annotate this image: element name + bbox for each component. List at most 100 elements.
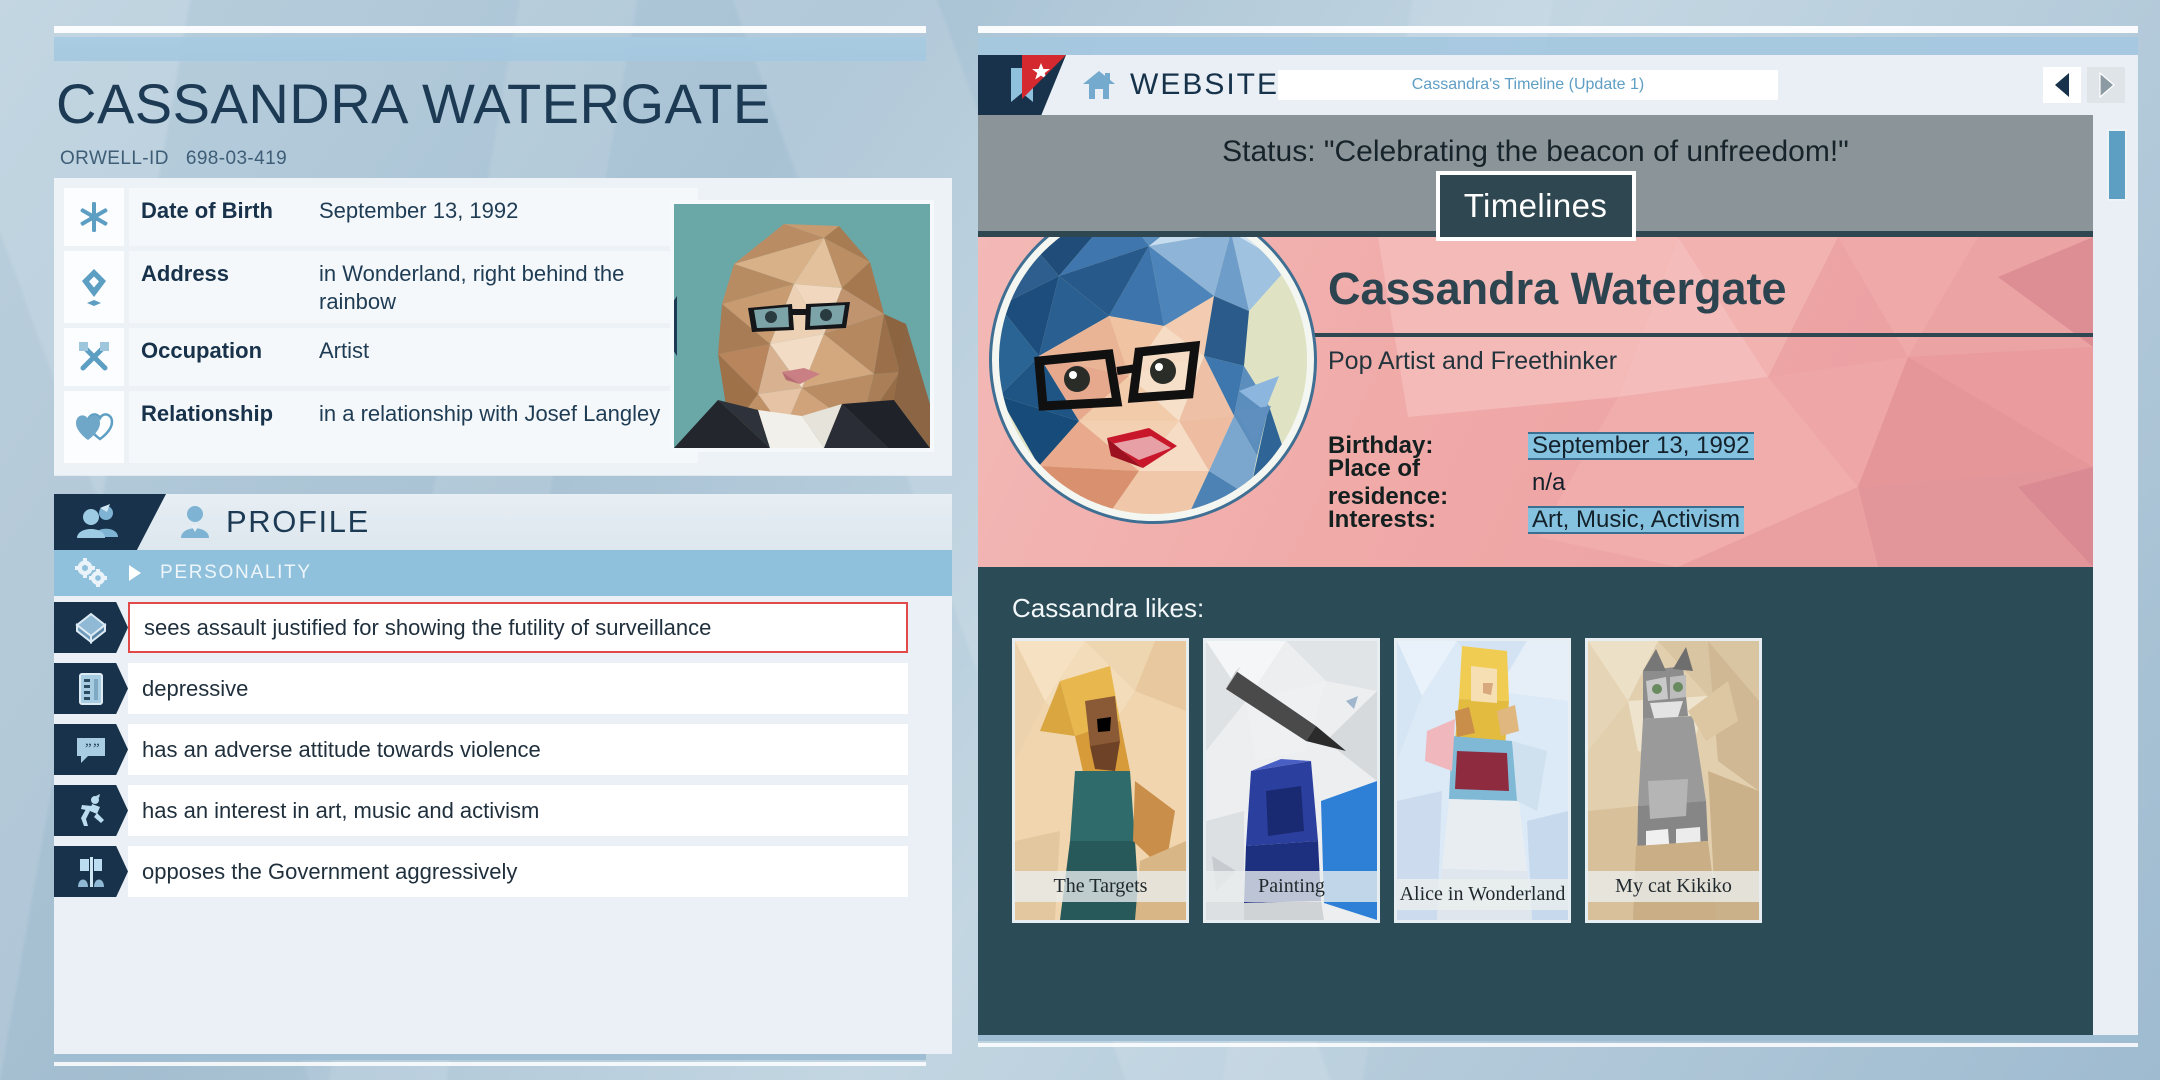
info-row-occupation: Occupation Artist	[64, 328, 698, 386]
browser-bottom-bevel	[978, 1035, 2138, 1041]
info-row-date-of-birth: Date of Birth September 13, 1992	[64, 188, 698, 246]
datachunk-card-icon	[54, 663, 128, 714]
arrow-right-icon	[2098, 72, 2115, 98]
svg-text:”: ”	[93, 741, 100, 757]
info-key: Date of Birth	[141, 198, 273, 223]
page-title: CASSANDRA WATERGATE	[56, 72, 771, 135]
forward-button[interactable]	[2087, 67, 2125, 103]
fact-row-residence: Place of residence: n/a	[1328, 455, 1754, 510]
likes-section: Cassandra likes: The Targets Painting Al…	[978, 567, 2093, 1035]
back-button[interactable]	[2043, 67, 2081, 103]
orwell-id-value: 698-03-419	[185, 148, 288, 169]
fact-row-interests: Interests: Art, Music, Activism	[1328, 501, 1754, 538]
url-input[interactable]: Cassandra's Timeline (Update 1)	[1278, 70, 1778, 100]
profile-section: PROFILE PERSONALITY sees assault justifi…	[54, 494, 952, 1054]
trait-text[interactable]: depressive	[128, 663, 908, 714]
orwell-id-label: ORWELL-ID	[60, 148, 169, 169]
trait-text[interactable]: has an adverse attitude towards violence	[128, 724, 908, 775]
browser-bottom-highlight	[978, 1043, 2138, 1047]
timelines-section-title: Timelines	[1435, 171, 1636, 241]
trait-icon-wrap	[54, 785, 128, 836]
fact-value[interactable]: September 13, 1992	[1528, 431, 1754, 460]
profile-facts: Birthday: September 13, 1992 Place of re…	[1328, 427, 1754, 538]
profile-title: PROFILE	[226, 504, 370, 539]
people-group-icon	[54, 494, 166, 550]
trait-text[interactable]: opposes the Government aggressively	[128, 846, 908, 897]
orwell-id: ORWELL-ID 698-03-419	[60, 148, 287, 170]
home-icon[interactable]	[1082, 69, 1116, 101]
like-caption: Alice in Wonderland	[1397, 879, 1568, 910]
asterisk-icon	[64, 188, 124, 246]
protest-icon	[54, 846, 128, 897]
webpage-viewport: Status: "Celebrating the beacon of unfre…	[978, 115, 2138, 1035]
url-text: Cassandra's Timeline (Update 1)	[1411, 76, 1645, 93]
dossier-panel: CASSANDRA WATERGATE ORWELL-ID 698-03-419	[26, 26, 952, 1066]
status-band: Status: "Celebrating the beacon of unfre…	[978, 115, 2093, 241]
timelines-label: Timelines	[1463, 187, 1608, 224]
tools-icon	[64, 328, 124, 386]
list-item[interactable]: depressive	[54, 663, 952, 714]
trait-text[interactable]: has an interest in art, music and activi…	[128, 785, 908, 836]
fact-value: n/a	[1532, 468, 1566, 496]
like-card-my-cat-kikiko[interactable]: My cat Kikiko	[1585, 638, 1762, 923]
trait-icon-wrap	[54, 602, 128, 653]
gears-icon	[54, 557, 128, 589]
info-value: in a relationship with Josef Langley	[319, 401, 661, 426]
scrollbar-thumb[interactable]	[2107, 129, 2127, 201]
like-card-painting[interactable]: Painting	[1203, 638, 1380, 923]
personality-subsection-header[interactable]: PERSONALITY	[54, 550, 952, 596]
low-poly-portrait-image	[674, 204, 930, 448]
trait-text[interactable]: sees assault justified for showing the f…	[128, 602, 908, 653]
page-scrollbar[interactable]	[2102, 121, 2132, 1029]
like-card-the-targets[interactable]: The Targets	[1012, 638, 1189, 923]
list-item[interactable]: sees assault justified for showing the f…	[54, 602, 952, 653]
site-label: WEBSITE	[1082, 68, 1279, 102]
bookmark-button[interactable]	[978, 55, 1066, 115]
list-item[interactable]: ” ” has an adverse attitude towards viol…	[54, 724, 952, 775]
personality-label: PERSONALITY	[160, 562, 312, 583]
personal-info-card: Date of Birth September 13, 1992 Address	[54, 178, 952, 475]
info-value: in Wonderland, right behind the rainbow	[319, 261, 625, 314]
avatar-lowpoly-image	[999, 237, 1307, 514]
datachunk-diamond-icon	[54, 602, 128, 653]
list-item[interactable]: has an interest in art, music and activi…	[54, 785, 952, 836]
info-value: Artist	[319, 338, 370, 363]
personal-info-rows: Date of Birth September 13, 1992 Address	[64, 188, 698, 468]
info-key: Relationship	[141, 401, 274, 426]
browser-top-highlight	[978, 26, 2138, 33]
like-caption: My cat Kikiko	[1588, 871, 1759, 902]
webpage-content: Status: "Celebrating the beacon of unfre…	[978, 115, 2093, 1035]
fact-value[interactable]: Art, Music, Activism	[1528, 505, 1745, 534]
panel-title-bar	[54, 37, 926, 61]
likes-title: Cassandra likes:	[1012, 593, 1205, 623]
list-item[interactable]: opposes the Government aggressively	[54, 846, 952, 897]
location-pin-icon	[64, 251, 124, 323]
fact-key: Place of residence:	[1328, 454, 1449, 510]
panel-top-highlight	[54, 26, 926, 33]
person-icon	[180, 505, 210, 539]
navigation-buttons	[2043, 67, 2125, 103]
star-icon	[1031, 62, 1051, 82]
hearts-icon	[64, 391, 124, 463]
like-caption: The Targets	[1015, 871, 1186, 902]
browser-title-bar	[978, 37, 2138, 55]
info-row-address: Address in Wonderland, right behind the …	[64, 251, 698, 323]
profile-bio: Pop Artist and Freethinker	[1328, 347, 1618, 375]
chevron-right-icon[interactable]	[128, 564, 142, 582]
panel-bottom-highlight	[54, 1062, 926, 1066]
info-key: Occupation	[141, 338, 263, 363]
trait-icon-wrap: ” ”	[54, 724, 128, 775]
browser-toolbar: WEBSITE Cassandra's Timeline (Update 1)	[978, 55, 2138, 115]
profile-header: PROFILE	[54, 494, 952, 550]
site-name: WEBSITE	[1130, 68, 1280, 101]
like-card-alice-in-wonderland[interactable]: Alice in Wonderland	[1394, 638, 1571, 923]
running-person-icon	[54, 785, 128, 836]
arrow-left-icon	[2054, 72, 2071, 98]
profile-hero: Cassandra Watergate Pop Artist and Freet…	[978, 237, 2093, 567]
quote-bubble-icon: ” ”	[54, 724, 128, 775]
panel-bottom-bevel	[54, 1054, 926, 1060]
personality-trait-list: sees assault justified for showing the f…	[54, 596, 952, 897]
info-row-relationship: Relationship in a relationship with Jose…	[64, 391, 698, 463]
status-text: Status: "Celebrating the beacon of unfre…	[1222, 135, 1849, 168]
likes-grid: The Targets Painting Alice in Wonderland…	[1012, 638, 2093, 923]
